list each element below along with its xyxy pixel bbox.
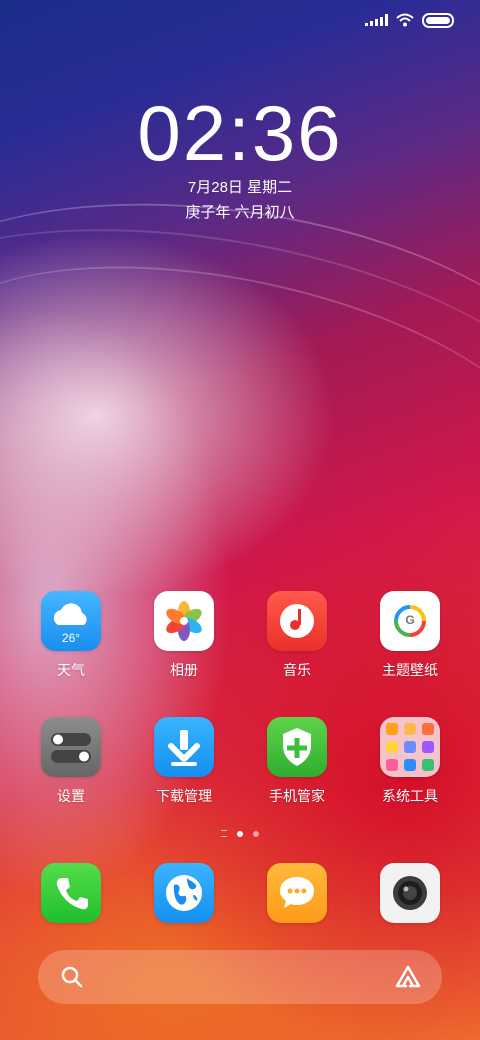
app-gallery[interactable]: 相册 bbox=[134, 591, 234, 680]
search-bar[interactable] bbox=[38, 950, 442, 1004]
wifi-icon bbox=[396, 13, 414, 27]
dock-phone[interactable] bbox=[21, 863, 121, 923]
phone-icon bbox=[41, 863, 101, 923]
messages-icon bbox=[267, 863, 327, 923]
security-icon bbox=[267, 717, 327, 777]
browser-icon bbox=[154, 863, 214, 923]
app-label: 下载管理 bbox=[156, 788, 212, 804]
download-icon bbox=[154, 717, 214, 777]
dock-camera[interactable] bbox=[360, 863, 460, 923]
app-music[interactable]: 音乐 bbox=[247, 591, 347, 680]
app-downloads[interactable]: 下载管理 bbox=[134, 717, 234, 806]
app-label: 相册 bbox=[170, 662, 198, 678]
app-folder-tools[interactable]: 系统工具 bbox=[360, 717, 460, 806]
weather-icon: 26° bbox=[41, 591, 101, 651]
themes-letter: G bbox=[405, 613, 415, 627]
dock-messages[interactable] bbox=[247, 863, 347, 923]
lunar-date: 庚子年 六月初八 bbox=[185, 204, 295, 221]
app-weather[interactable]: 26° 天气 bbox=[21, 591, 121, 680]
themes-icon: G bbox=[380, 591, 440, 651]
app-label: 设置 bbox=[57, 788, 85, 804]
app-security[interactable]: 手机管家 bbox=[247, 717, 347, 806]
page-indicator[interactable] bbox=[0, 830, 480, 837]
settings-icon bbox=[41, 717, 101, 777]
search-icon[interactable] bbox=[60, 965, 84, 989]
music-icon bbox=[267, 591, 327, 651]
app-label: 天气 bbox=[57, 662, 85, 678]
page-dot-1[interactable] bbox=[237, 830, 243, 837]
clock-date[interactable]: 7月28日 星期二 bbox=[0, 176, 480, 197]
dock-browser[interactable] bbox=[134, 863, 234, 923]
app-settings[interactable]: 设置 bbox=[21, 717, 121, 806]
assistant-icon[interactable] bbox=[394, 964, 422, 990]
app-label: 手机管家 bbox=[269, 788, 325, 804]
page-dot-2[interactable] bbox=[253, 830, 259, 837]
camera-icon bbox=[380, 863, 440, 923]
app-label: 音乐 bbox=[283, 662, 311, 678]
gallery-icon bbox=[154, 591, 214, 651]
app-themes[interactable]: G 主题壁纸 bbox=[360, 591, 460, 680]
app-label: 系统工具 bbox=[382, 788, 438, 804]
folder-icon bbox=[380, 717, 440, 777]
battery-icon bbox=[422, 12, 454, 28]
status-bar bbox=[365, 10, 454, 30]
feed-page-icon[interactable] bbox=[221, 830, 227, 837]
app-label: 主题壁纸 bbox=[382, 662, 438, 678]
signal-icon bbox=[365, 14, 388, 26]
clock-time[interactable]: 02:36 bbox=[0, 88, 480, 179]
weather-temp: 26° bbox=[61, 631, 81, 645]
